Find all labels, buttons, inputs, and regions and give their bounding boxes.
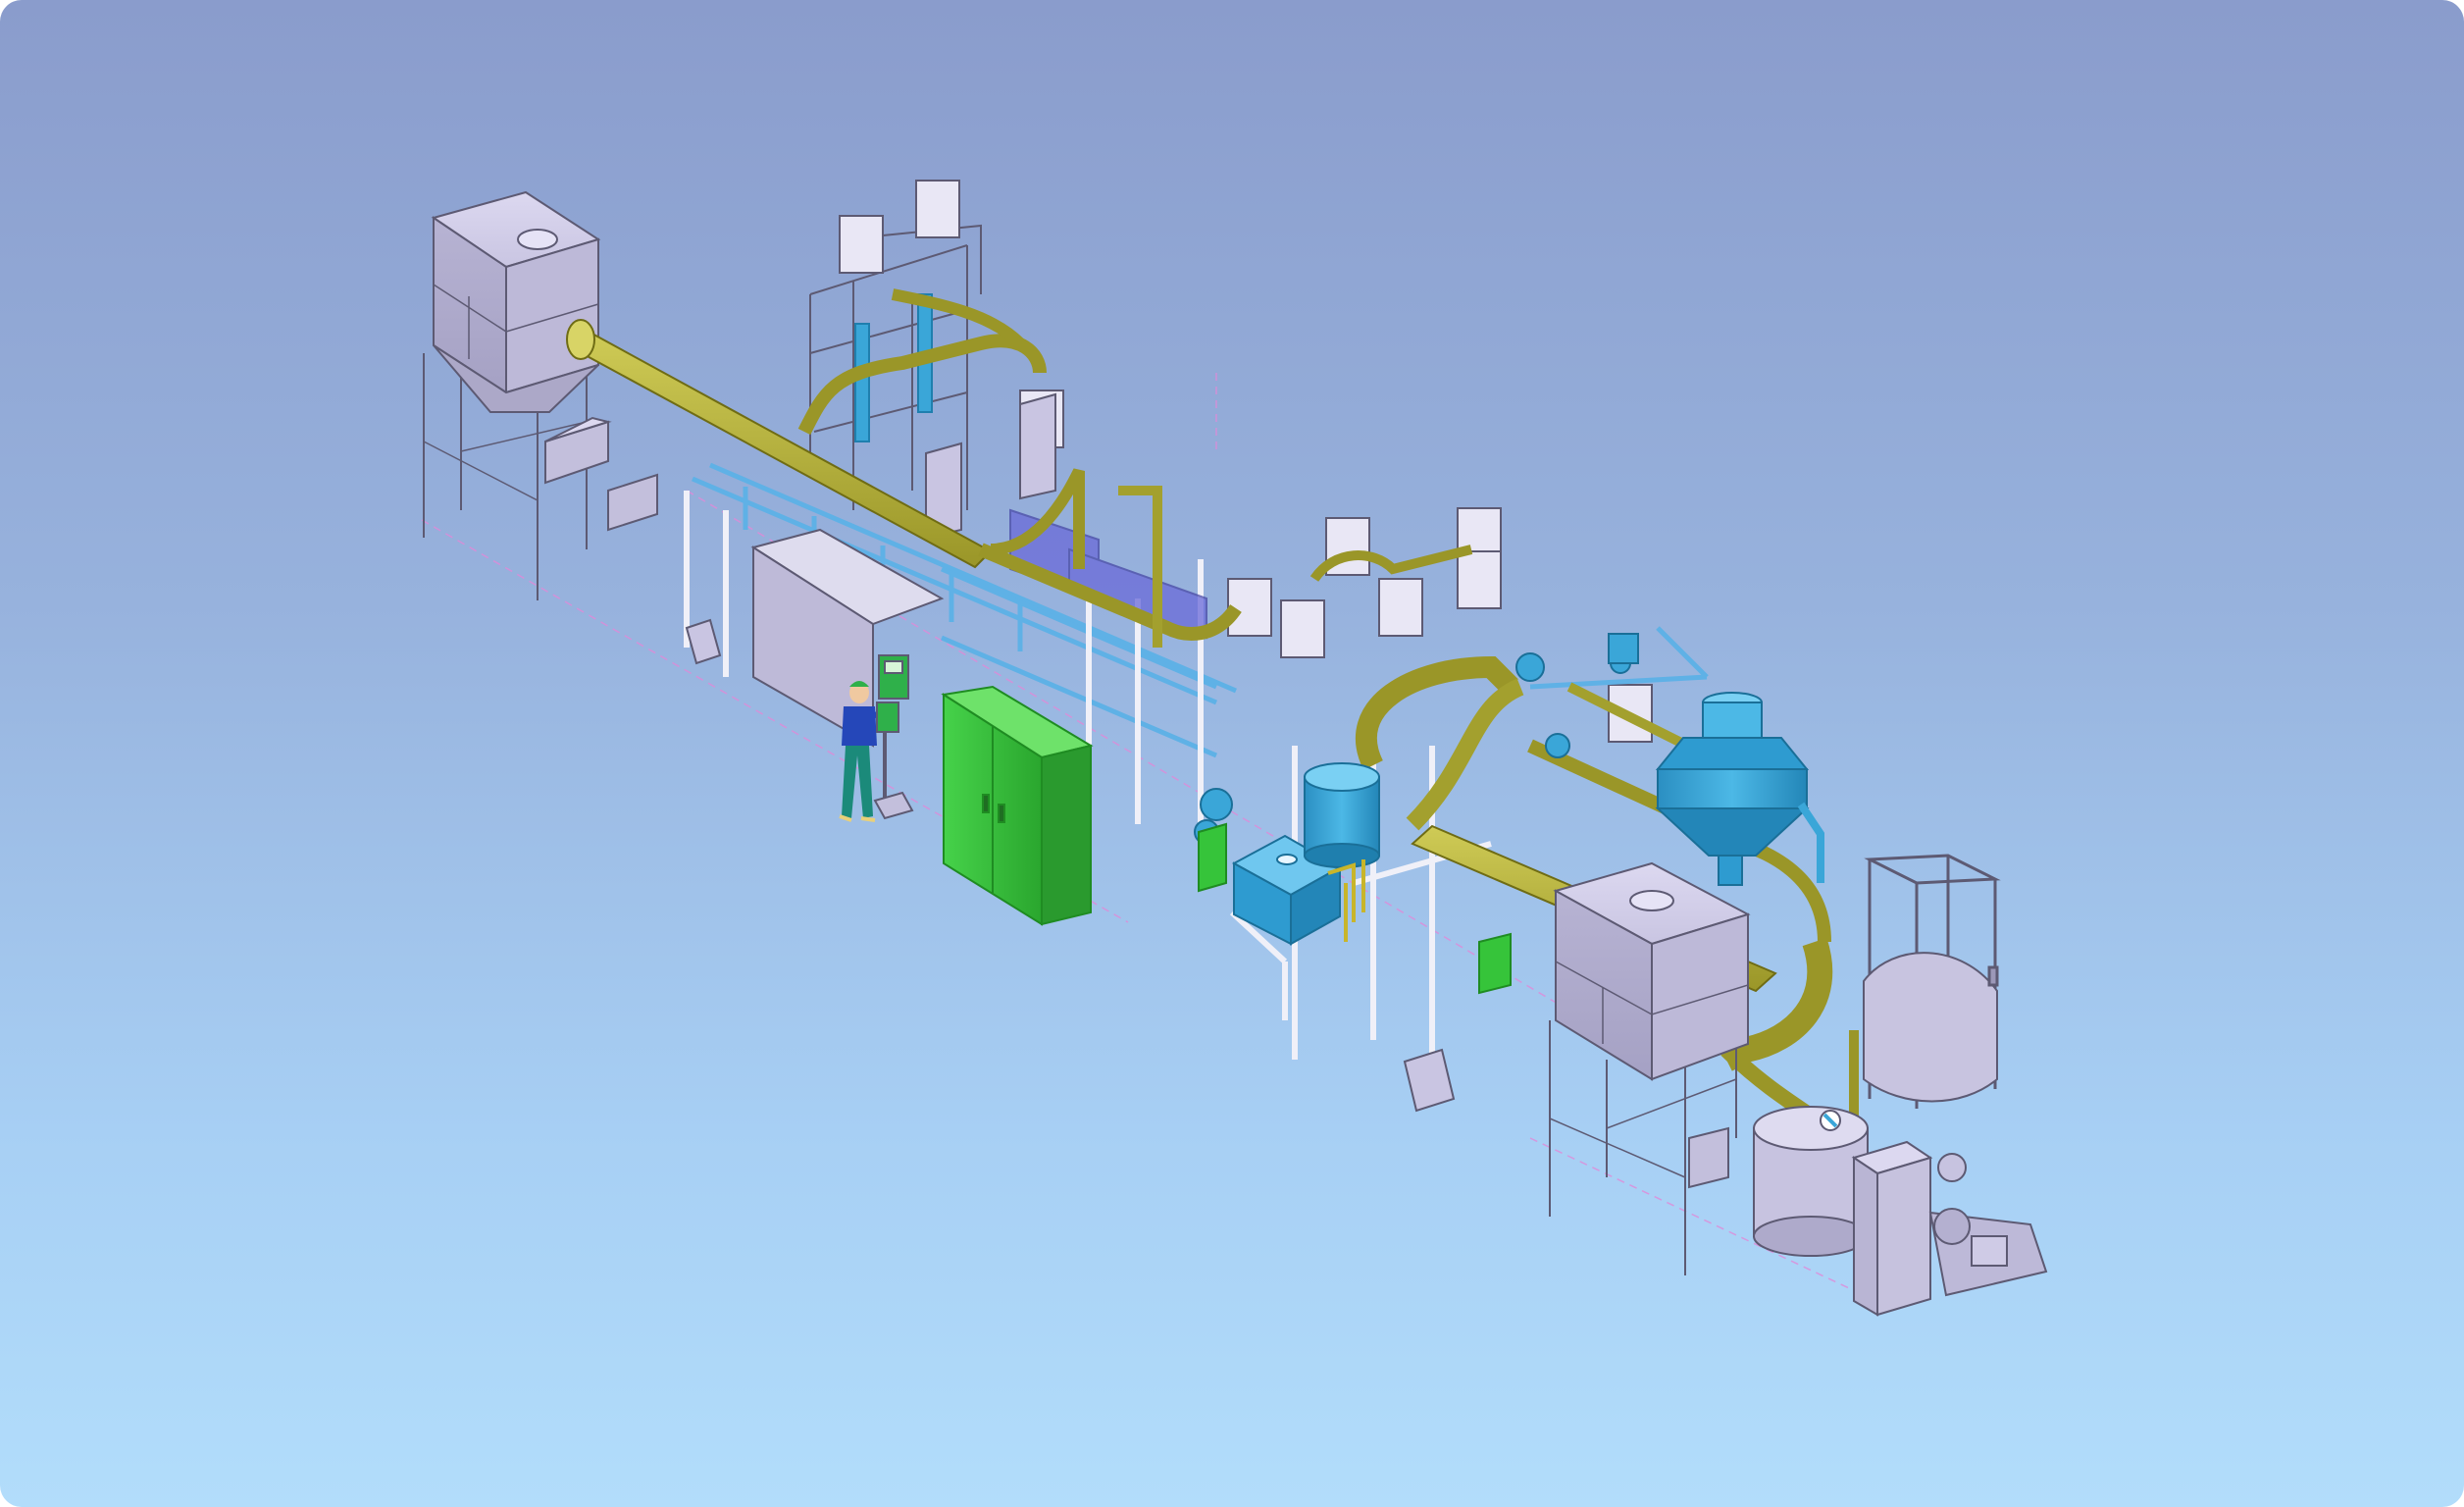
cad-viewport[interactable] [0,0,2464,1507]
dust-collector-left [423,190,658,600]
cyan-silo-right [1655,692,1824,886]
pump-skid [1851,1140,2048,1317]
frame-cage-right [1863,854,2001,1109]
dust-collector-right [1549,861,1751,1275]
electrical-panel-green [941,685,1094,926]
plant-layout-3d-view [421,180,2048,1317]
mixing-tank [1753,1106,1869,1257]
control-box-station [873,702,914,820]
